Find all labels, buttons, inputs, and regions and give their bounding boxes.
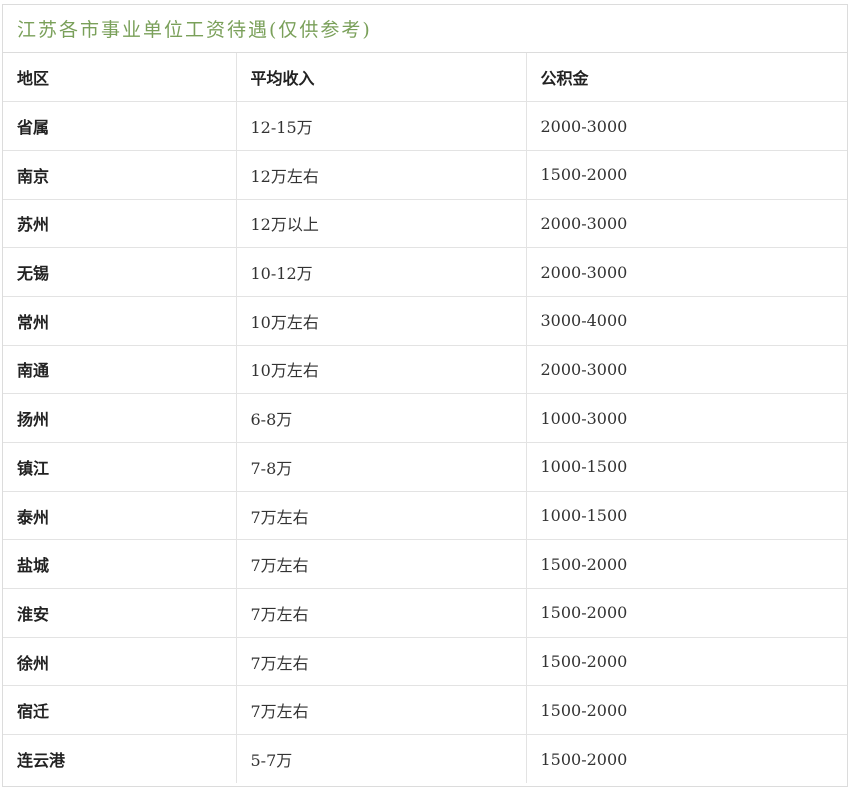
header-fund: 公积金 bbox=[525, 53, 847, 103]
table-row: 扬州 6-8万 1000-3000 bbox=[3, 393, 847, 443]
cell-income: 7万左右 bbox=[235, 588, 526, 638]
cell-income: 7万左右 bbox=[235, 685, 526, 736]
cell-fund: 3000-4000 bbox=[525, 296, 847, 346]
cell-fund: 1500-2000 bbox=[525, 539, 847, 590]
table-title: 江苏各市事业单位工资待遇(仅供参考) bbox=[3, 5, 847, 53]
table-row: 无锡 10-12万 2000-3000 bbox=[3, 247, 847, 297]
cell-income: 7万左右 bbox=[235, 539, 526, 590]
table-row: 南京 12万左右 1500-2000 bbox=[3, 150, 847, 200]
cell-region: 连云港 bbox=[17, 751, 66, 771]
cell-region: 宿迁 bbox=[3, 685, 236, 736]
cell-fund: 2000-3000 bbox=[525, 345, 847, 395]
cell-region: 徐州 bbox=[3, 637, 236, 687]
cell-region: 无锡 bbox=[3, 247, 236, 297]
table-row: 连云港 5-7万 1500-2000 bbox=[3, 734, 847, 784]
cell-region: 常州 bbox=[3, 296, 236, 346]
cell-fund: 1000-3000 bbox=[525, 393, 847, 443]
table-row: 徐州 7万左右 1500-2000 bbox=[3, 637, 847, 687]
table-row: 常州 10万左右 3000-4000 bbox=[3, 296, 847, 346]
salary-table-container: 江苏各市事业单位工资待遇(仅供参考) 地区 平均收入 公积金 省属 12-15万… bbox=[2, 4, 848, 787]
header-region: 地区 bbox=[3, 53, 236, 103]
cell-fund: 2000-3000 bbox=[525, 199, 847, 249]
table-row: 镇江 7-8万 1000-1500 bbox=[3, 442, 847, 492]
table-row: 泰州 7万左右 1000-1500 bbox=[3, 491, 847, 541]
cell-fund: 2000-3000 bbox=[525, 101, 847, 151]
table-row: 宿迁 7万左右 1500-2000 bbox=[3, 685, 847, 736]
table-row: 苏州 12万以上 2000-3000 bbox=[3, 199, 847, 249]
cell-income: 5-7万 bbox=[235, 734, 526, 784]
cell-income: 12-15万 bbox=[235, 101, 526, 151]
cell-region: 泰州 bbox=[3, 491, 236, 541]
cell-fund: 1000-1500 bbox=[525, 491, 847, 541]
cell-income: 12万以上 bbox=[235, 199, 526, 249]
salary-table: 地区 平均收入 公积金 省属 12-15万 2000-3000 南京 12万左右… bbox=[3, 53, 847, 784]
cell-fund: 1500-2000 bbox=[525, 588, 847, 638]
cell-region: 苏州 bbox=[3, 199, 236, 249]
cell-income: 10万左右 bbox=[235, 345, 526, 395]
cell-fund: 1500-2000 bbox=[525, 685, 847, 736]
table-row: 淮安 7万左右 1500-2000 bbox=[3, 588, 847, 638]
cell-income: 7-8万 bbox=[235, 442, 526, 492]
cell-region: 淮安 bbox=[3, 588, 236, 638]
cell-region: 南京 bbox=[3, 150, 236, 200]
cell-income: 6-8万 bbox=[235, 393, 526, 443]
cell-fund: 1500-2000 bbox=[525, 734, 847, 784]
header-income: 平均收入 bbox=[235, 53, 526, 103]
cell-region: 省属 bbox=[3, 101, 236, 151]
cell-income: 10-12万 bbox=[235, 247, 526, 297]
table-row: 南通 10万左右 2000-3000 bbox=[3, 345, 847, 395]
table-row: 省属 12-15万 2000-3000 bbox=[3, 101, 847, 151]
cell-region: 镇江 bbox=[3, 442, 236, 492]
cell-income: 12万左右 bbox=[235, 150, 526, 200]
cell-fund: 1500-2000 bbox=[525, 637, 847, 687]
cell-fund: 1500-2000 bbox=[525, 150, 847, 200]
cell-income: 7万左右 bbox=[235, 637, 526, 687]
cell-fund: 2000-3000 bbox=[525, 247, 847, 297]
cell-region: 南通 bbox=[3, 345, 236, 395]
cell-region: 盐城 bbox=[3, 539, 236, 590]
table-row: 盐城 7万左右 1500-2000 bbox=[3, 539, 847, 590]
cell-income: 7万左右 bbox=[235, 491, 526, 541]
table-header-row: 地区 平均收入 公积金 bbox=[3, 53, 847, 103]
cell-region: 扬州 bbox=[3, 393, 236, 443]
cell-fund: 1000-1500 bbox=[525, 442, 847, 492]
cell-income: 10万左右 bbox=[235, 296, 526, 346]
